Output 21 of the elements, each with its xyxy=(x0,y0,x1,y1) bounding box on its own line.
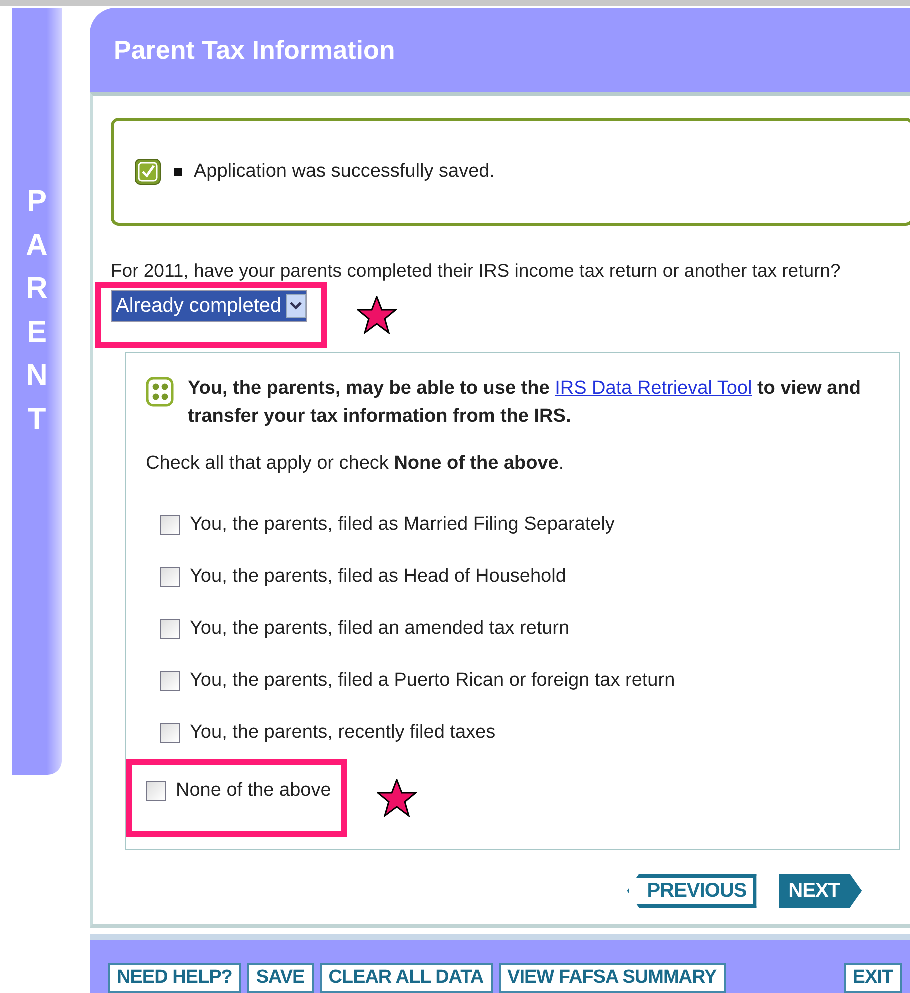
checkbox-option[interactable]: You, the parents, filed as Head of Household xyxy=(160,551,566,603)
footer-button[interactable]: SAVE xyxy=(247,963,314,993)
instruction-text: Check all that apply or check None of the above. xyxy=(146,453,566,475)
next-button[interactable]: NEXT xyxy=(778,874,862,908)
previous-button[interactable]: PREVIOUS xyxy=(627,874,757,908)
question-text: For 2011, have your parents completed their IRS income tax return or another tax return? xyxy=(111,260,842,282)
checkbox-option[interactable]: You, the parents, recently filed taxes xyxy=(160,707,496,759)
page-title: Parent Tax Information xyxy=(114,34,396,66)
footer-button[interactable]: NEED HELP? xyxy=(108,963,242,993)
footer-button[interactable]: CLEAR ALL DATA xyxy=(320,963,493,993)
checkbox-option[interactable]: You, the parents, filed as Married Filing Separately xyxy=(160,499,615,551)
notice-text: Application was successfully saved. xyxy=(194,161,495,183)
checkbox-option[interactable]: You, the parents, filed a Puerto Rican or foreign tax return xyxy=(160,655,676,707)
status-dropdown[interactable]: Already completed xyxy=(111,290,307,322)
section-label: PARENT xyxy=(25,184,49,438)
info-text: You, the parents, may be able to use the IRS Data Retrieval Tool to view and transfer your tax information from the IRS. xyxy=(188,377,862,429)
retrieval-tool-link[interactable]: IRS Data Retrieval Tool xyxy=(555,378,752,399)
footer-button[interactable]: EXIT xyxy=(844,963,902,993)
checkbox-option[interactable]: None of the above xyxy=(146,765,332,817)
checkbox-option[interactable]: You, the parents, filed an amended tax return xyxy=(160,603,570,655)
footer-button[interactable]: VIEW FAFSA SUMMARY xyxy=(498,963,726,993)
